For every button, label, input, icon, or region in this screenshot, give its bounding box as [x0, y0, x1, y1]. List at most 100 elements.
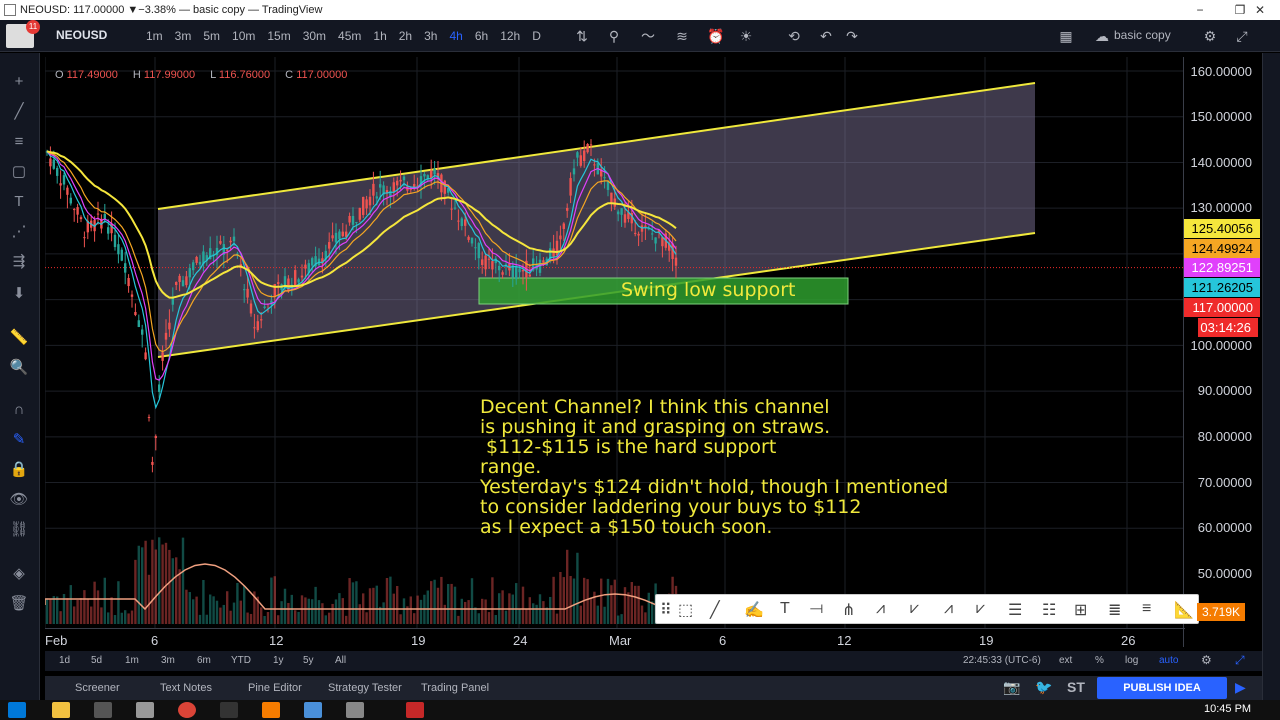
- range-3m[interactable]: 3m: [161, 655, 175, 666]
- publish-idea-button[interactable]: PUBLISH IDEA: [1097, 677, 1227, 699]
- frame-icon[interactable]: ⬚: [678, 600, 693, 620]
- link-icon[interactable]: ⛓: [8, 519, 30, 541]
- tab-pine-editor[interactable]: Pine Editor: [248, 682, 302, 694]
- replay-icon[interactable]: ⟲: [784, 26, 804, 46]
- settings-icon[interactable]: ⚙: [1200, 26, 1220, 46]
- interval-5m[interactable]: 5m: [197, 29, 226, 43]
- fib-icon[interactable]: ≡: [8, 131, 30, 153]
- prediction-icon[interactable]: ⇶: [8, 251, 30, 273]
- start-icon[interactable]: [8, 702, 26, 718]
- avatar[interactable]: 11: [6, 20, 40, 48]
- eye-icon[interactable]: 👁: [8, 489, 30, 511]
- extended-hours-toggle[interactable]: ext: [1059, 655, 1072, 666]
- interval-45m[interactable]: 45m: [332, 29, 367, 43]
- app-icon[interactable]: [136, 702, 154, 718]
- range-5d[interactable]: 5d: [91, 655, 102, 666]
- undo-icon[interactable]: ↶: [816, 26, 836, 46]
- twitter-icon[interactable]: 🐦: [1035, 679, 1052, 696]
- close-button[interactable]: ✕: [1240, 0, 1280, 20]
- file-explorer-icon[interactable]: [52, 702, 70, 718]
- indicators-icon[interactable]: ⚲: [604, 26, 624, 46]
- fib-retracement-icon[interactable]: ☰: [1008, 600, 1022, 620]
- horizontal-ray-icon[interactable]: ⟞: [810, 600, 823, 618]
- ruler-icon[interactable]: 📐: [1174, 600, 1194, 620]
- fib-fan-icon[interactable]: ≣: [1108, 600, 1121, 620]
- log-scale-toggle[interactable]: log: [1125, 655, 1138, 666]
- app-icon[interactable]: [406, 702, 424, 718]
- interval-15m[interactable]: 15m: [261, 29, 296, 43]
- range-all[interactable]: All: [335, 655, 346, 666]
- trend-line-icon[interactable]: ╱: [710, 600, 720, 620]
- price-chart[interactable]: [45, 57, 1185, 628]
- play-icon[interactable]: ▶: [1235, 679, 1246, 696]
- magnet-icon[interactable]: ∩: [8, 399, 30, 421]
- auto-scale-toggle[interactable]: auto: [1159, 655, 1178, 666]
- interval-d[interactable]: D: [526, 29, 547, 43]
- interval-1m[interactable]: 1m: [140, 29, 169, 43]
- interval-30m[interactable]: 30m: [297, 29, 332, 43]
- cloud-icon[interactable]: ☁: [1092, 26, 1112, 46]
- trend-line-icon[interactable]: ╱: [8, 101, 30, 123]
- range-1m[interactable]: 1m: [125, 655, 139, 666]
- app-icon[interactable]: [220, 702, 238, 718]
- pitchfork-icon[interactable]: ⋔: [842, 600, 855, 620]
- arrow-down-icon[interactable]: ⬇: [8, 283, 30, 305]
- compare-icon[interactable]: ⇅: [572, 26, 592, 46]
- tab-text-notes[interactable]: Text Notes: [160, 682, 212, 694]
- range-ytd[interactable]: YTD: [231, 655, 251, 666]
- symbol-search[interactable]: NEOUSD: [56, 28, 107, 42]
- time-axis[interactable]: Feb 6 12 19 24 Mar 6 12 19 26: [45, 628, 1185, 650]
- idea-icon[interactable]: ☀: [736, 26, 756, 46]
- range-1d[interactable]: 1d: [59, 655, 70, 666]
- wave-icon[interactable]: ⩘: [944, 600, 953, 618]
- interval-6h[interactable]: 6h: [469, 29, 494, 43]
- price-axis[interactable]: 160.00000 150.00000 140.00000 130.00000 …: [1183, 57, 1260, 647]
- range-5y[interactable]: 5y: [303, 655, 314, 666]
- text-icon[interactable]: T: [8, 191, 30, 213]
- interval-4h[interactable]: 4h: [443, 29, 468, 43]
- interval-2h[interactable]: 2h: [393, 29, 418, 43]
- tab-screener[interactable]: Screener: [75, 682, 120, 694]
- chart-pane[interactable]: O 117.49000 H 117.99000 L 116.76000 C 11…: [45, 57, 1260, 650]
- gann-box-icon[interactable]: ⊞: [1074, 600, 1087, 620]
- chrome-icon[interactable]: [178, 702, 196, 718]
- range-1y[interactable]: 1y: [273, 655, 284, 666]
- fib-extension-icon[interactable]: ☷: [1042, 600, 1056, 620]
- stocktwits-icon[interactable]: ST: [1067, 679, 1085, 695]
- percent-scale-toggle[interactable]: %: [1095, 655, 1104, 666]
- interval-10m[interactable]: 10m: [226, 29, 261, 43]
- layout-name[interactable]: basic copy: [1114, 28, 1171, 42]
- drag-handle-icon[interactable]: ⠿: [660, 600, 672, 620]
- trash-icon[interactable]: 🗑: [8, 593, 30, 615]
- fullscreen-icon[interactable]: ⤢: [1232, 26, 1252, 46]
- range-6m[interactable]: 6m: [197, 655, 211, 666]
- alert-icon[interactable]: ⏰: [706, 26, 726, 46]
- camera-icon[interactable]: 📷: [1003, 679, 1020, 696]
- crosshair-icon[interactable]: +: [8, 71, 30, 93]
- lock-icon[interactable]: 🔒: [8, 459, 30, 481]
- interval-1h[interactable]: 1h: [367, 29, 392, 43]
- abcd-pattern-icon[interactable]: ⩗: [910, 600, 919, 618]
- store-icon[interactable]: [94, 702, 112, 718]
- minimize-button[interactable]: −: [1180, 0, 1220, 20]
- layout-grid-icon[interactable]: ▦: [1056, 26, 1076, 46]
- price-range-icon[interactable]: ≡: [1142, 600, 1151, 618]
- drawing-mode-icon[interactable]: ✎: [8, 429, 30, 451]
- chart-settings-icon[interactable]: ⚙: [1201, 653, 1212, 667]
- elliott-wave-icon[interactable]: ⩗: [976, 600, 985, 618]
- text-icon[interactable]: T: [780, 600, 790, 618]
- xabcd-pattern-icon[interactable]: ⩘: [876, 600, 885, 618]
- interval-12h[interactable]: 12h: [494, 29, 526, 43]
- app-icon[interactable]: [304, 702, 322, 718]
- redo-icon[interactable]: ↷: [842, 26, 862, 46]
- expand-icon[interactable]: ⤢: [1235, 653, 1245, 668]
- layers-icon[interactable]: ◈: [8, 563, 30, 585]
- brush-icon[interactable]: ✍: [744, 600, 764, 620]
- clock-timezone[interactable]: 22:45:33 (UTC-6): [963, 655, 1041, 666]
- zoom-icon[interactable]: 🔍: [8, 357, 30, 379]
- app-icon[interactable]: [262, 702, 280, 718]
- shapes-icon[interactable]: ▢: [8, 161, 30, 183]
- tab-trading-panel[interactable]: Trading Panel: [421, 682, 489, 694]
- app-icon[interactable]: [346, 702, 364, 718]
- tab-strategy-tester[interactable]: Strategy Tester: [328, 682, 402, 694]
